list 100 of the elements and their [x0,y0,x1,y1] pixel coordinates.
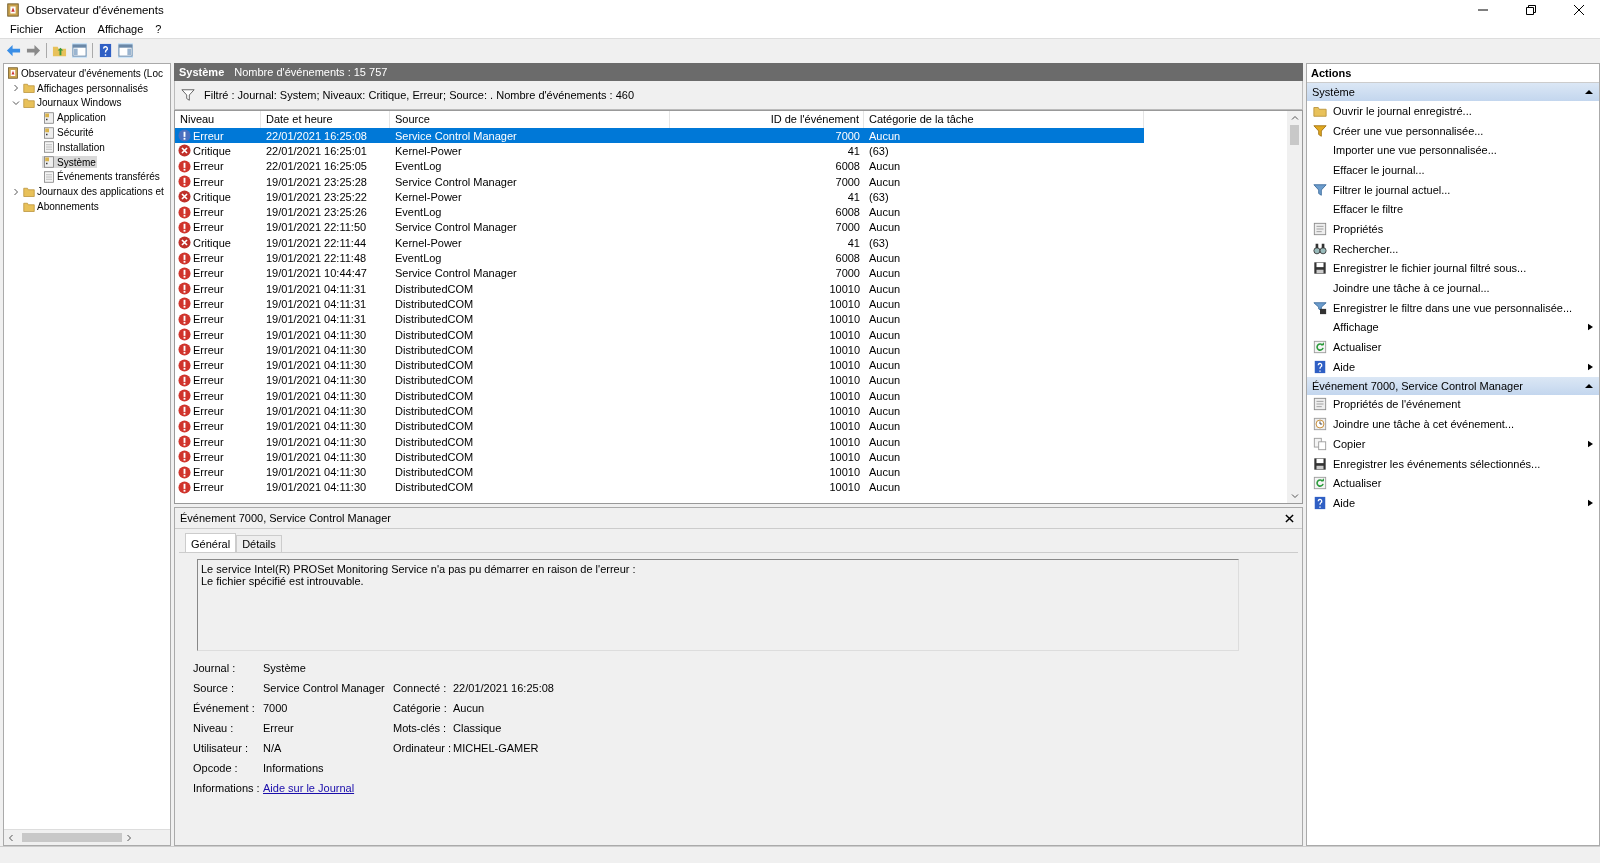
command-item[interactable]: Enregistrer le fichier journal filtré sous... [1307,258,1599,279]
section-header[interactable]: Système [1307,83,1599,101]
table-row[interactable]: Erreur 19/01/2021 04:11:30 DistributedCOM 10010 Aucun [175,449,1144,465]
table-row[interactable]: Erreur 19/01/2021 04:11:31 DistributedCOM 10010 Aucun [175,311,1144,327]
table-row[interactable]: Critique 22/01/2021 16:25:01 Kernel-Power 41 (63) [175,143,1144,159]
chevron-icon[interactable] [12,84,20,93]
scrollbar-thumb[interactable] [1290,125,1299,145]
table-cell-text: Aucun [868,374,902,387]
table-row[interactable]: Erreur 19/01/2021 04:11:31 DistributedCOM 10010 Aucun [175,296,1144,312]
command-item[interactable]: Importer une vue personnalisée... [1307,140,1599,161]
scroll-left-icon[interactable] [7,833,15,842]
table-row[interactable]: Erreur 19/01/2021 04:11:30 DistributedCOM 10010 Aucun [175,418,1144,434]
command-item[interactable]: Joindre une tâche à ce journal... [1307,278,1599,298]
table-cell: Erreur [193,450,224,463]
table-row[interactable]: Erreur 19/01/2021 04:11:30 DistributedCOM 10010 Aucun [175,464,1144,480]
help-link[interactable]: Aide sur le Journal [263,782,393,794]
command-item[interactable]: Propriétés de l'événement [1307,394,1599,415]
tree-item[interactable]: Sécurité [42,126,95,139]
command-item[interactable]: Effacer le journal... [1307,160,1599,180]
scroll-right-icon[interactable] [125,833,133,842]
command-item[interactable]: Aide [1307,493,1599,513]
table-row[interactable]: Erreur 22/01/2021 16:25:08 Service Control Manager 7000 Aucun [175,128,1144,144]
command-item[interactable]: Filtrer le journal actuel... [1307,179,1599,200]
menu-item[interactable]: Affichage [91,23,150,35]
menu-item[interactable]: ? [149,23,168,35]
table-row[interactable]: Erreur 19/01/2021 04:11:30 DistributedCOM 10010 Aucun [175,388,1144,404]
table-row[interactable]: Erreur 19/01/2021 04:11:30 DistributedCOM 10010 Aucun [175,372,1144,389]
command-item[interactable]: Aide [1307,356,1599,377]
command-item[interactable]: Rechercher... [1307,238,1599,259]
table-row[interactable]: Erreur 19/01/2021 23:25:26 EventLog 6008 Aucun [175,204,1144,220]
tree-item[interactable]: Observateur d'événements (Loc [6,67,164,80]
field-label: Événement : [193,702,256,714]
field-label: Opcode : [193,762,239,774]
tree-item[interactable]: Journaux des applications et [22,185,165,198]
command-item[interactable]: Ouvrir le journal enregistré... [1307,101,1599,121]
table-row[interactable]: Erreur 19/01/2021 04:11:30 DistributedCOM 10010 Aucun [175,357,1144,373]
command-item[interactable]: Effacer le filtre [1307,199,1599,220]
table-cell-text: 6008 [834,206,861,219]
restore-icon[interactable] [1526,5,1536,15]
close-icon[interactable] [1285,513,1294,523]
collapse-icon[interactable] [1585,88,1593,96]
table-row[interactable]: Critique 19/01/2021 23:25:22 Kernel-Power 41 (63) [175,189,1144,205]
chevron-icon[interactable] [12,99,20,107]
help-icon[interactable] [98,42,113,58]
tree-item[interactable]: Journaux Windows [22,97,123,109]
pane-icon[interactable] [118,42,133,58]
scroll-down-icon[interactable] [1290,492,1299,500]
table-row[interactable]: Erreur 19/01/2021 04:11:30 DistributedCOM 10010 Aucun [175,326,1144,343]
menu-item[interactable]: Fichier [4,23,49,35]
tab[interactable]: Détails [236,535,282,552]
table-cell-text: Aucun [868,175,902,188]
collapse-icon[interactable] [1585,381,1593,390]
table-row[interactable]: Erreur 19/01/2021 04:11:31 DistributedCOM 10010 Aucun [175,280,1144,297]
command-item[interactable]: Actualiser [1307,473,1599,494]
tree-item[interactable]: Système [42,156,97,169]
command-item[interactable]: Joindre une tâche à cet événement... [1307,414,1599,434]
tree-item[interactable]: Affichages personnalisés [22,82,149,95]
tab[interactable]: Général [185,533,237,552]
table-cell-text: 10010 [828,313,861,326]
command-item[interactable]: Enregistrer les événements sélectionnés... [1307,453,1599,474]
table-cell-text: DistributedCOM [394,297,475,310]
table-row[interactable]: Erreur 19/01/2021 04:11:30 DistributedCOM 10010 Aucun [175,433,1144,450]
menu-item[interactable]: Action [49,23,92,35]
command-item[interactable]: Enregistrer le filtre dans une vue personnalisée... [1307,297,1599,318]
scrollbar-thumb[interactable] [22,833,122,842]
forward-arrow-icon[interactable] [26,42,41,58]
table-cell-text: Aucun [868,343,902,356]
table-row[interactable]: Erreur 19/01/2021 04:11:30 DistributedCOM 10010 Aucun [175,342,1144,358]
close-icon[interactable] [1574,5,1584,15]
vertical-scrollbar[interactable] [1287,111,1302,503]
table-row[interactable]: Erreur 19/01/2021 10:44:47 Service Control Manager 7000 Aucun [175,265,1144,281]
table-row[interactable]: Critique 19/01/2021 22:11:44 Kernel-Power 41 (63) [175,235,1144,251]
tree-item[interactable]: Abonnements [22,200,100,213]
message-box[interactable]: Le service Intel(R) PROSet Monitoring Service n'a pas pu démarrer en raison de l'erreur : Le fichier spécifié est introuvable. [197,559,1239,651]
tree-item[interactable]: Événements transférés [42,170,161,183]
command-item[interactable]: Affichage [1307,317,1599,338]
command-item[interactable]: Actualiser [1307,337,1599,357]
table-row[interactable]: Erreur 22/01/2021 16:25:05 EventLog 6008 Aucun [175,158,1144,174]
table-cell-text: DistributedCOM [394,328,475,341]
table-row[interactable]: Erreur 19/01/2021 23:25:28 Service Control Manager 7000 Aucun [175,173,1144,190]
pane-icon[interactable] [72,42,87,58]
command-item[interactable]: Copier [1307,434,1599,454]
section-header[interactable]: Événement 7000, Service Control Manager [1307,376,1599,395]
table-cell-text: 19/01/2021 04:11:30 [265,328,368,341]
table-row[interactable]: Erreur 19/01/2021 04:11:30 DistributedCOM 10010 Aucun [175,403,1144,419]
table-row[interactable]: Erreur 19/01/2021 22:11:48 EventLog 6008 Aucun [175,250,1144,266]
table-cell-text: Aucun [868,389,902,402]
back-arrow-icon[interactable] [6,42,21,58]
table-row[interactable]: Erreur 19/01/2021 22:11:50 Service Control Manager 7000 Aucun [175,219,1144,236]
table-cell-text: 19/01/2021 22:11:48 [265,252,368,264]
tree-item[interactable]: Installation [42,141,106,154]
command-item[interactable]: Propriétés [1307,219,1599,239]
chevron-icon[interactable] [12,187,20,196]
table-row[interactable]: Erreur 19/01/2021 04:11:30 DistributedCOM 10010 Aucun [175,479,1144,496]
tree-item[interactable]: Application [42,111,107,124]
horizontal-scrollbar[interactable] [4,829,170,845]
scroll-up-icon[interactable] [1290,114,1299,122]
table-cell: Erreur [193,481,224,494]
error-icon [178,282,191,296]
command-item[interactable]: Créer une vue personnalisée... [1307,120,1599,141]
